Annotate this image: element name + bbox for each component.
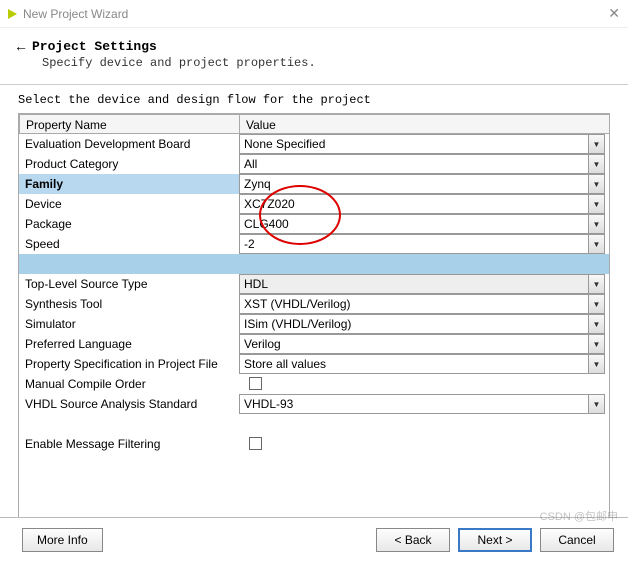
property-select[interactable]: VHDL-93▼ <box>239 394 605 414</box>
property-select[interactable]: ISim (VHDL/Verilog)▼ <box>239 314 605 334</box>
property-value: Verilog <box>240 337 588 351</box>
next-button[interactable]: Next > <box>458 528 532 552</box>
property-select[interactable]: CLG400▼ <box>239 214 605 234</box>
property-checkbox-cell <box>239 374 609 394</box>
back-button[interactable]: < Back <box>376 528 450 552</box>
chevron-down-icon[interactable]: ▼ <box>588 295 604 313</box>
column-header-value: Value <box>239 114 609 134</box>
section-label: Select the device and design flow for th… <box>0 85 628 113</box>
property-label: Package <box>19 214 239 234</box>
property-label: Preferred Language <box>19 334 239 354</box>
property-label: Family <box>19 174 239 194</box>
chevron-down-icon[interactable]: ▼ <box>588 335 604 353</box>
property-label: Manual Compile Order <box>19 374 239 394</box>
property-label <box>19 254 239 274</box>
property-checkbox[interactable] <box>249 437 262 450</box>
property-value: CLG400 <box>240 217 588 231</box>
chevron-down-icon[interactable]: ▼ <box>588 195 604 213</box>
section-divider <box>239 254 609 274</box>
property-select[interactable]: XC7Z020▼ <box>239 194 605 214</box>
property-value: HDL <box>240 277 588 291</box>
property-checkbox[interactable] <box>249 377 262 390</box>
more-info-button[interactable]: More Info <box>22 528 103 552</box>
property-select[interactable]: XST (VHDL/Verilog)▼ <box>239 294 605 314</box>
column-header-property: Property Name <box>19 114 239 134</box>
footer: More Info < Back Next > Cancel <box>0 517 628 562</box>
page-subtitle: Specify device and project properties. <box>42 56 614 70</box>
chevron-down-icon[interactable]: ▼ <box>588 155 604 173</box>
property-value: VHDL-93 <box>240 397 588 411</box>
property-label: Property Specification in Project File <box>19 354 239 374</box>
blank-cell <box>239 414 609 434</box>
properties-panel: Property NameEvaluation Development Boar… <box>18 113 610 528</box>
property-value: XST (VHDL/Verilog) <box>240 297 588 311</box>
chevron-down-icon[interactable]: ▼ <box>588 135 604 153</box>
property-checkbox-cell <box>239 434 609 454</box>
property-value: -2 <box>240 237 588 251</box>
property-select[interactable]: -2▼ <box>239 234 605 254</box>
property-select[interactable]: Zynq▼ <box>239 174 605 194</box>
page-title: Project Settings <box>32 39 157 54</box>
property-select[interactable]: Store all values▼ <box>239 354 605 374</box>
wizard-header: ← Project Settings Specify device and pr… <box>0 28 628 78</box>
chevron-down-icon[interactable]: ▼ <box>588 175 604 193</box>
property-select[interactable]: None Specified▼ <box>239 134 605 154</box>
window-title: New Project Wizard <box>23 7 128 21</box>
chevron-down-icon[interactable]: ▼ <box>588 355 604 373</box>
property-select[interactable]: All▼ <box>239 154 605 174</box>
property-label: Speed <box>19 234 239 254</box>
app-logo-icon <box>8 9 17 19</box>
chevron-down-icon[interactable]: ▼ <box>588 215 604 233</box>
property-value: Store all values <box>240 357 588 371</box>
property-label: Simulator <box>19 314 239 334</box>
property-label <box>19 414 239 434</box>
back-arrow-icon[interactable]: ← <box>14 38 28 54</box>
property-label: VHDL Source Analysis Standard <box>19 394 239 414</box>
property-value: All <box>240 157 588 171</box>
property-label: Device <box>19 194 239 214</box>
chevron-down-icon[interactable]: ▼ <box>588 235 604 253</box>
chevron-down-icon[interactable]: ▼ <box>588 395 604 413</box>
property-value: None Specified <box>240 137 588 151</box>
property-label: Enable Message Filtering <box>19 434 239 454</box>
property-label: Synthesis Tool <box>19 294 239 314</box>
property-value: ISim (VHDL/Verilog) <box>240 317 588 331</box>
close-icon[interactable]: ✕ <box>608 5 620 22</box>
property-value: XC7Z020 <box>240 197 588 211</box>
property-label: Product Category <box>19 154 239 174</box>
titlebar: New Project Wizard ✕ <box>0 0 628 28</box>
chevron-down-icon[interactable]: ▼ <box>588 315 604 333</box>
property-label: Top-Level Source Type <box>19 274 239 294</box>
cancel-button[interactable]: Cancel <box>540 528 614 552</box>
property-value: Zynq <box>240 177 588 191</box>
chevron-down-icon[interactable]: ▼ <box>588 275 604 293</box>
property-select[interactable]: HDL▼ <box>239 274 605 294</box>
property-select[interactable]: Verilog▼ <box>239 334 605 354</box>
property-label: Evaluation Development Board <box>19 134 239 154</box>
